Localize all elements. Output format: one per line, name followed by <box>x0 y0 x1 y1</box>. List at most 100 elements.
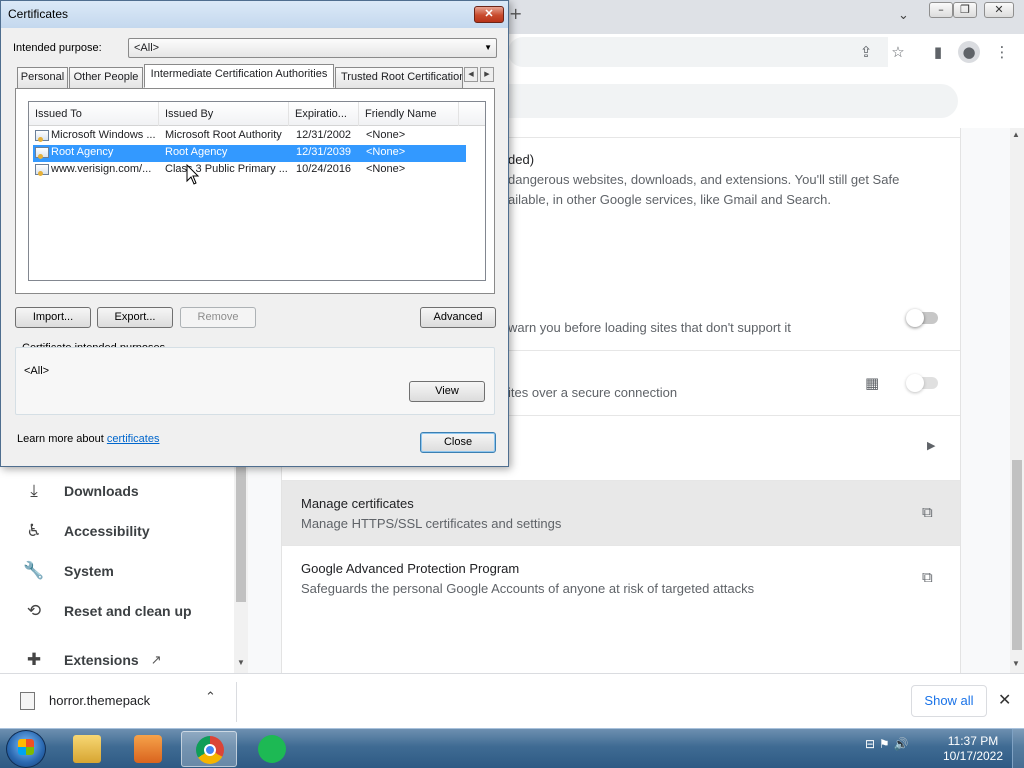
page-scrollbar[interactable]: ▲ ▼ <box>1010 128 1024 673</box>
learn-more-prefix: Learn more about <box>17 433 107 445</box>
scroll-down-arrow-icon[interactable]: ▼ <box>237 658 245 667</box>
folder-icon <box>73 735 101 763</box>
file-icon <box>20 692 35 710</box>
sidebar-item-downloads[interactable]: ⤓ Downloads <box>0 471 232 511</box>
secure-dns-desc: ites over a secure connection <box>508 385 678 400</box>
advanced-protection-subtitle: Safeguards the personal Google Accounts … <box>301 581 755 596</box>
share-icon[interactable]: ⇪ <box>855 41 877 63</box>
certificate-row[interactable]: Microsoft Windows ... Microsoft Root Aut… <box>33 128 466 145</box>
close-icon[interactable]: ✕ <box>998 690 1011 709</box>
dialog-close-button[interactable]: ✕ <box>474 6 504 23</box>
intended-purpose-label: Intended purpose: <box>13 42 102 54</box>
https-toggle[interactable] <box>906 309 938 327</box>
import-button[interactable]: Import... <box>15 307 91 328</box>
tab-scroll-left-icon[interactable]: ◀ <box>464 67 478 82</box>
safe-browsing-desc-line1: dangerous websites, downloads, and exten… <box>508 172 900 187</box>
cell-issued-by: Microsoft Root Authority <box>165 129 282 141</box>
cell-friendly-name: <None> <box>366 129 406 141</box>
manage-certificates-title: Manage certificates <box>301 496 414 511</box>
certificate-row-selected[interactable]: Root Agency Root Agency 12/31/2039 <None… <box>33 145 466 162</box>
side-panel-icon[interactable]: ▮ <box>927 41 949 63</box>
certificates-link[interactable]: certificates <box>107 433 160 445</box>
windows-taskbar: ⊟ ⚑ 🔊 11:37 PM 10/17/2022 <box>0 728 1024 768</box>
certificate-icon <box>35 147 49 159</box>
download-icon: ⤓ <box>30 481 38 501</box>
learn-more-text: Learn more about certificates <box>17 433 159 445</box>
chrome-icon <box>196 736 224 764</box>
chevron-right-icon[interactable]: ▶ <box>927 439 935 452</box>
tab-other-people[interactable]: Other People <box>69 67 143 88</box>
sidebar-item-label: System <box>64 563 114 579</box>
sidebar-item-label: Downloads <box>64 483 139 499</box>
clock[interactable]: 11:37 PM 10/17/2022 <box>940 734 1006 764</box>
clock-date: 10/17/2022 <box>942 749 1004 763</box>
sidebar-item-reset[interactable]: ⟲ Reset and clean up <box>0 591 232 631</box>
dialog-titlebar[interactable]: Certificates ✕ <box>1 1 508 28</box>
cell-expiration: 12/31/2039 <box>296 146 352 158</box>
export-button[interactable]: Export... <box>97 307 173 328</box>
advanced-protection-row[interactable]: Google Advanced Protection Program Safeg… <box>282 545 960 610</box>
sidebar-item-system[interactable]: 🔧 System <box>0 551 232 591</box>
certificate-row[interactable]: www.verisign.com/... Class 3 Public Prim… <box>33 162 466 179</box>
sidebar-item-label: Reset and clean up <box>64 603 192 619</box>
advanced-protection-title: Google Advanced Protection Program <box>301 561 520 576</box>
taskbar-media-player[interactable] <box>120 731 176 767</box>
clock-time: 11:37 PM <box>947 734 999 748</box>
cell-issued-by: Class 3 Public Primary ... <box>165 163 288 175</box>
remove-button[interactable]: Remove <box>180 307 256 328</box>
media-player-icon <box>134 735 162 763</box>
column-issued-to[interactable]: Issued To <box>29 102 159 126</box>
advanced-button[interactable]: Advanced <box>420 307 496 328</box>
cell-issued-to: Microsoft Windows ... <box>51 129 156 141</box>
cell-issued-to: Root Agency <box>51 146 114 158</box>
column-friendly-name[interactable]: Friendly Name <box>359 102 459 126</box>
spotify-icon <box>258 735 286 763</box>
sidebar-item-accessibility[interactable]: ♿ Accessibility <box>0 511 232 551</box>
tab-scroll-right-icon[interactable]: ▶ <box>480 67 494 82</box>
show-all-button[interactable]: Show all <box>911 685 987 717</box>
purposes-group: <All> View <box>15 347 495 415</box>
safe-browsing-desc-line2: ailable, in other Google services, like … <box>508 192 831 207</box>
manage-certificates-row[interactable]: Manage certificates Manage HTTPS/SSL cer… <box>282 480 960 545</box>
address-bar[interactable] <box>508 37 888 67</box>
minimize-button[interactable]: – <box>929 2 953 18</box>
intended-purpose-value: <All> <box>134 42 160 54</box>
scroll-up-arrow-icon[interactable]: ▲ <box>1012 130 1020 139</box>
close-button[interactable]: Close <box>420 432 496 453</box>
profile-avatar-icon[interactable]: ● <box>958 41 980 63</box>
taskbar-spotify[interactable] <box>244 731 300 767</box>
column-expiration[interactable]: Expiratio... <box>289 102 359 126</box>
download-bar: horror.themepack ⌃ Show all ✕ <box>0 673 1024 728</box>
secure-dns-toggle[interactable] <box>906 374 938 392</box>
column-issued-by[interactable]: Issued By <box>159 102 289 126</box>
wrench-icon: 🔧 <box>23 561 45 581</box>
intended-purpose-select[interactable]: <All> ▼ <box>128 38 497 58</box>
chevron-up-icon[interactable]: ⌃ <box>205 690 216 705</box>
page-scrollbar-thumb[interactable] <box>1012 460 1022 650</box>
taskbar-explorer[interactable] <box>59 731 115 767</box>
bookmark-star-icon[interactable]: ☆ <box>887 41 909 63</box>
tray-icons[interactable]: ⊟ ⚑ 🔊 <box>865 737 908 751</box>
show-desktop-button[interactable] <box>1012 729 1024 768</box>
sidebar-item-extensions[interactable]: ✚ Extensions ↗ <box>0 647 232 673</box>
enterprise-building-icon: ▦ <box>865 374 880 392</box>
start-button[interactable] <box>6 730 46 768</box>
taskbar-chrome[interactable] <box>181 731 237 767</box>
settings-search-input[interactable] <box>508 84 958 118</box>
download-file-name[interactable]: horror.themepack <box>49 693 150 708</box>
menu-kebab-icon[interactable]: ⋮ <box>991 41 1013 63</box>
maximize-button[interactable]: ❐ <box>953 2 977 18</box>
tab-personal[interactable]: Personal <box>17 67 68 88</box>
view-button[interactable]: View <box>409 381 485 402</box>
window-close-button[interactable]: ✕ <box>984 2 1014 18</box>
new-tab-icon[interactable]: + <box>509 4 522 23</box>
tab-trusted-root[interactable]: Trusted Root Certification <box>335 67 463 88</box>
tab-intermediate-ca[interactable]: Intermediate Certification Authorities <box>144 64 334 88</box>
sidebar-scrollbar-thumb[interactable] <box>236 466 246 602</box>
list-header: Issued To Issued By Expiratio... Friendl… <box>29 102 485 126</box>
mouse-cursor-icon <box>186 164 200 185</box>
scroll-down-arrow-icon[interactable]: ▼ <box>1012 659 1020 668</box>
certificate-list[interactable]: Issued To Issued By Expiratio... Friendl… <box>28 101 486 281</box>
tab-search-chevron-icon[interactable]: ⌄ <box>898 8 909 23</box>
safe-browsing-option-title: ded) <box>508 152 535 167</box>
